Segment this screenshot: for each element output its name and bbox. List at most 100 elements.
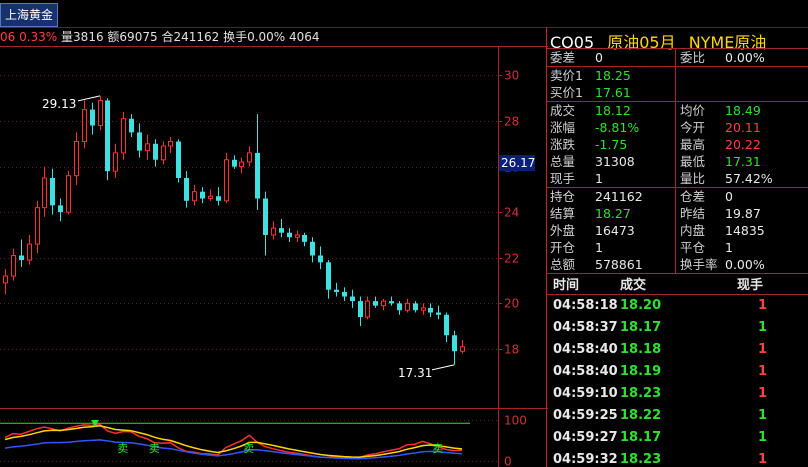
value-oidiff: 0 [725,189,733,204]
row-chgpct: 涨幅 -8.81% 今开 20.11 [547,119,808,136]
ticks-list[interactable]: 04:58:18 18.20 1 04:58:37 18.17 1 04:58:40 18.1… [547,295,808,467]
candle-body [350,296,355,302]
candle-body [3,275,8,284]
tick-time: 04:58:40 [553,342,618,357]
candle-body [279,228,284,233]
row-chg: 涨跌 -1.75 最高 20.22 [547,136,808,153]
tick-row: 04:58:40 18.19 1 [547,361,808,383]
candle-body [82,109,87,143]
label-oidiff: 仓差 [680,189,706,204]
candle-body [161,145,166,161]
spacer [0,138,421,467]
candle-body [176,141,181,178]
candle-body [405,302,410,311]
tab-shanghai-gold[interactable]: 上海黄金 [0,3,58,27]
ticks-header-price: 成交 [620,278,647,293]
label-high: 最高 [680,137,706,152]
tick-time: 04:59:27 [553,430,618,445]
value-closepos: 1 [725,240,733,255]
candle-body [19,255,24,261]
row-amount: 总额 578861 换手率 0.00% [547,256,808,273]
y-tick-label: 28 [504,115,519,129]
value-openpos: 1 [595,240,603,255]
candle-body [153,143,158,160]
candle-body [310,241,315,256]
tick-time: 04:58:40 [553,364,618,379]
tick-qty: 1 [757,430,767,445]
tick-time: 04:59:25 [553,408,618,423]
ticks-header: 时间 成交 现手 [547,272,808,294]
value-inner: 14835 [725,223,765,238]
high-label: 29.13 [42,97,76,111]
candle-body [444,314,449,336]
candle-body [90,109,95,126]
candle-body [121,118,126,154]
label-inner: 内盘 [680,223,706,238]
label-weibi: 委比 [680,50,706,65]
label-openpos: 开仓 [550,240,576,255]
candle-body [428,307,433,313]
y-tick-label: 20 [504,297,519,311]
tick-row: 04:59:25 18.22 1 [547,405,808,427]
label-cur: 现手 [550,171,576,186]
extra-number-text: 4064 [289,30,320,44]
label-vol: 总量 [550,154,576,169]
label-open: 今开 [680,120,706,135]
tick-qty: 1 [757,298,767,313]
tick-time: 04:59:10 [553,386,618,401]
value-weibi: 0.00% [725,50,765,65]
candle-body [302,234,307,242]
tick-row: 04:58:40 18.18 1 [547,339,808,361]
indicator-tick-label: 0 [504,455,512,467]
label-outer: 外盘 [550,223,576,238]
value-buy1: 17.61 [595,85,631,100]
label-oi: 持仓 [550,189,576,204]
tick-qty: 1 [757,342,767,357]
high-pointer [77,95,101,102]
y-tick-label: 22 [504,252,519,266]
label-presettle: 昨结 [680,206,706,221]
tick-price: 18.22 [620,408,662,423]
candle-body [334,289,339,292]
tick-price: 18.17 [620,430,662,445]
row-openpos: 开仓 1 平仓 1 [547,239,808,256]
row-cur: 现手 1 量比 57.42% [547,170,808,187]
y-tick-label: 30 [504,69,519,83]
ticks-header-time: 时间 [553,278,580,293]
turnover-text: 换手0.00% [223,30,286,44]
label-weicha: 委差 [550,50,576,65]
value-amount: 578861 [595,257,643,272]
label-sell1: 卖价1 [550,68,583,83]
change-text: 06 0.33% [0,30,58,44]
tick-time: 04:58:18 [553,298,618,313]
row-outer: 外盘 16473 内盘 14835 [547,222,808,239]
label-chg: 涨跌 [550,137,576,152]
row-weicha: 委差 0 委比 0.00% [547,49,808,66]
value-weicha: 0 [595,50,603,65]
candle-body [129,118,134,133]
candle-body [295,234,300,238]
candle-body [66,175,71,213]
candle-body [381,300,386,307]
value-turn: 0.00% [725,257,765,272]
candle-body [113,152,118,172]
label-closepos: 平仓 [680,240,706,255]
kline-chart[interactable]: 3028262422201826.17 29.1317.31 1000卖卖卖卖 [0,46,548,467]
low-label: 17.31 [398,366,432,380]
tick-qty: 1 [757,408,767,423]
value-last: 18.12 [595,103,631,118]
value-settle: 18.27 [595,206,631,221]
value-chg: -1.75 [595,137,628,152]
tick-qty: 1 [757,386,767,401]
candle-body [98,99,103,127]
candle-body [436,312,441,315]
volume-text: 量3816 [61,30,104,44]
label-low: 最低 [680,154,706,169]
row-settle: 结算 18.27 昨结 19.87 [547,205,808,222]
candle-body [27,243,32,261]
candle-body [452,335,457,352]
candle-body [373,301,378,306]
candle-body [358,301,363,318]
annotations: 29.13 17.31 [42,95,455,380]
tick-time: 04:58:37 [553,320,618,335]
